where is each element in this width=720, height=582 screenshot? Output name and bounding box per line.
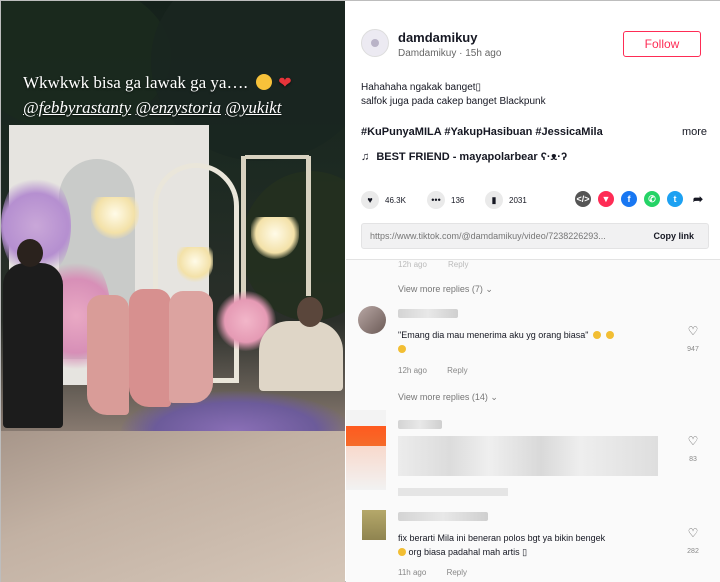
commenter-avatar[interactable] — [358, 306, 386, 334]
chevron-down-icon: ⌄ — [490, 392, 498, 402]
comment-count: 136 — [451, 195, 465, 205]
action-bar: ♥ 46.3K ••• 136 ▮ 2031 </> ▼ f ✆ t ➦ — [361, 191, 711, 209]
view-more-replies-label: View more replies (14) — [398, 392, 488, 402]
post-hashtags[interactable]: #KuPunyaMILA #YakupHasibuan #JessicaMila — [361, 126, 603, 138]
view-more-replies[interactable]: View more replies (7) ⌄ — [398, 284, 493, 295]
comment-like-count: 947 — [687, 346, 699, 353]
author-subline: Damdamikuy · 15h ago — [398, 48, 502, 59]
heart-icon[interactable]: ♥ — [361, 191, 379, 209]
more-link[interactable]: more — [682, 126, 707, 138]
comment-time: 12h ago — [398, 366, 427, 375]
share-arrow-icon[interactable]: ➦ — [690, 191, 706, 207]
author-username[interactable]: damdamikuy — [398, 30, 477, 45]
comment-text-line: fix berarti Mila ini beneran polos bgt y… — [398, 533, 606, 543]
commenter-name-blurred — [398, 512, 488, 521]
pixelated-avatar — [362, 510, 386, 540]
view-more-replies-label: View more replies (7) — [398, 284, 483, 294]
dance-floor — [1, 431, 345, 582]
comment-meta: 12h ago Reply — [398, 366, 468, 375]
caption-mention[interactable]: @enzystoria — [135, 98, 221, 117]
comment-text-line: org biasa padahal mah artis ▯ — [408, 547, 528, 557]
video-link-url[interactable]: https://www.tiktok.com/@damdamikuy/video… — [370, 231, 630, 241]
heart-outline-icon[interactable]: ♡ — [683, 324, 703, 338]
decor-pillar — [241, 156, 246, 306]
comment-action[interactable]: ••• 136 — [427, 191, 464, 209]
save-action[interactable]: ▮ 2031 — [485, 191, 527, 209]
caption-mention[interactable]: @yukikt — [225, 98, 281, 117]
follow-button[interactable]: Follow — [623, 31, 701, 57]
photographer-head — [17, 239, 43, 267]
bridesmaid — [87, 295, 129, 415]
laughing-emoji-icon — [398, 548, 406, 556]
decor-pillar — [306, 156, 311, 296]
post-description: Hahahaha ngakak banget▯ salfok juga pada… — [361, 81, 706, 109]
bookmark-icon[interactable]: ▮ — [485, 191, 503, 209]
comment-text-content: "Emang dia mau menerima aku yg orang bia… — [398, 330, 589, 340]
copy-link-button[interactable]: Copy link — [653, 231, 694, 241]
laughing-emoji-icon — [398, 345, 406, 353]
laughing-emoji-icon — [255, 74, 272, 90]
music-note-icon: ♫ — [361, 151, 370, 163]
bridesmaid — [169, 291, 213, 403]
comment-meta: 11h ago Reply — [398, 568, 467, 577]
commenter-name-blurred — [398, 420, 442, 429]
facebook-icon[interactable]: f — [621, 191, 637, 207]
like-count: 46.3K — [385, 195, 406, 205]
music-track[interactable]: ♫ BEST FRIEND - mayapolarbear ʕ·ᴥ·ʔ — [361, 151, 567, 163]
red-heart-emoji-icon: ❤ — [278, 75, 292, 92]
like-action[interactable]: ♥ 46.3K — [361, 191, 406, 209]
photographer — [3, 263, 63, 428]
caption-mention[interactable]: @febbyrastanty — [23, 98, 131, 117]
heart-outline-icon[interactable]: ♡ — [683, 526, 703, 540]
comments-section[interactable]: 12h ago Reply View more replies (7) ⌄ "E… — [346, 259, 720, 582]
commenter-name-blurred — [398, 309, 458, 318]
twitter-icon[interactable]: t — [667, 191, 683, 207]
save-count: 2031 — [509, 195, 527, 205]
link-box: https://www.tiktok.com/@damdamikuy/video… — [361, 223, 709, 249]
decor-pillar — [245, 155, 309, 159]
bridesmaid — [129, 289, 171, 407]
view-more-replies[interactable]: View more replies (14) ⌄ — [398, 392, 498, 403]
laughing-emoji-icon — [605, 331, 614, 339]
whatsapp-icon[interactable]: ✆ — [644, 191, 660, 207]
description-line: salfok juga pada cakep banget Blackpunk — [361, 96, 546, 107]
pixelated-avatar — [346, 410, 386, 490]
chevron-down-icon: ⌄ — [485, 284, 493, 294]
comment-text: fix berarti Mila ini beneran polos bgt y… — [398, 531, 678, 559]
comment-text: "Emang dia mau menerima aku yg orang bia… — [398, 328, 678, 356]
guest-head — [297, 297, 323, 327]
comment-bubble-icon[interactable]: ••• — [427, 191, 445, 209]
author-avatar[interactable] — [361, 29, 389, 57]
screenshot-frame: Wkwkwk bisa ga lawak ga ya…. ❤ @febbyras… — [0, 0, 720, 582]
embed-code-icon[interactable]: </> — [575, 191, 591, 207]
music-title: BEST FRIEND - mayapolarbear ʕ·ᴥ·ʔ — [376, 151, 568, 163]
pixelated-comment-meta — [398, 488, 508, 496]
video-caption: Wkwkwk bisa ga lawak ga ya…. ❤ @febbyras… — [23, 71, 333, 120]
comment-like-count: 282 — [687, 548, 699, 555]
reply-link[interactable]: Reply — [447, 366, 467, 375]
faded-comment-time: 12h ago — [398, 260, 427, 269]
laughing-emoji-icon — [593, 331, 602, 339]
pixelated-comment-text — [398, 436, 658, 476]
post-time: 15h ago — [465, 48, 502, 59]
video-panel[interactable]: Wkwkwk bisa ga lawak ga ya…. ❤ @febbyras… — [1, 1, 345, 582]
post-panel: damdamikuy Damdamikuy · 15h ago Follow H… — [346, 1, 720, 582]
faded-reply-link[interactable]: Reply — [448, 260, 468, 269]
comment-like-count: 83 — [689, 456, 697, 463]
guest — [259, 321, 343, 391]
comment-time: 11h ago — [398, 568, 427, 577]
post-header: damdamikuy Damdamikuy · 15h ago Follow — [361, 29, 711, 69]
heart-outline-icon[interactable]: ♡ — [683, 434, 703, 448]
author-display-name: Damdamikuy — [398, 48, 457, 59]
tiktok-send-icon[interactable]: ▼ — [598, 191, 614, 207]
caption-text: Wkwkwk bisa ga lawak ga ya…. — [23, 73, 248, 92]
chandelier — [177, 247, 213, 283]
description-line: Hahahaha ngakak banget▯ — [361, 82, 482, 93]
reply-link[interactable]: Reply — [447, 568, 467, 577]
